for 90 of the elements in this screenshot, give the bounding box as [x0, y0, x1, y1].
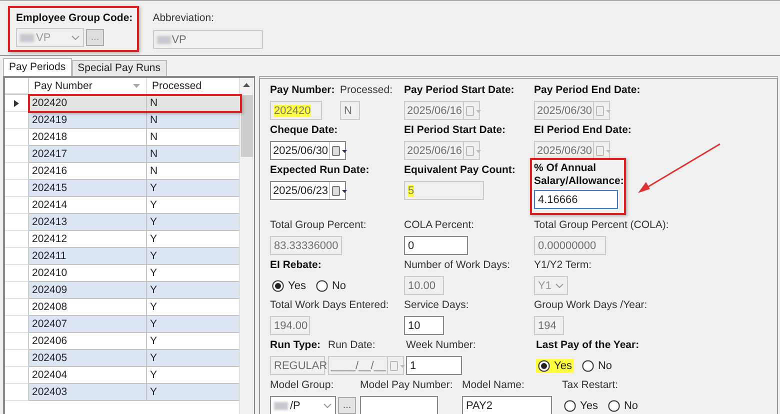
caret-icon [555, 282, 564, 288]
table-cell: N [147, 95, 241, 112]
field-label: Pay Number: [270, 84, 335, 97]
table-row[interactable]: 202414 Y [29, 197, 241, 214]
field-label: Run Date: [328, 339, 376, 352]
field-label: Total Group Percent (COLA): [534, 219, 669, 232]
radio-option[interactable]: No [314, 278, 348, 292]
radio-option[interactable]: Yes [536, 358, 574, 372]
table-row[interactable]: 202407 Y [29, 316, 241, 333]
table-row[interactable]: 202410 Y [29, 265, 241, 282]
text-field[interactable]: 4.16666 [534, 190, 618, 209]
field-label: Model Group: [270, 379, 335, 392]
field-label: Tax Restart: [562, 379, 620, 392]
table-row[interactable]: 202416 N [29, 163, 241, 180]
table-row[interactable]: 202418 N [29, 129, 241, 146]
field-label: Run Type: [270, 339, 322, 352]
field-label: Pay Period Start Date: [404, 84, 514, 97]
table-row[interactable]: 202408 Y [29, 299, 241, 316]
field-label: Processed: [340, 84, 393, 97]
radio-icon [316, 280, 328, 292]
text-field[interactable] [360, 396, 438, 414]
table-row[interactable]: 202413 Y [29, 214, 241, 231]
caret-icon [71, 34, 80, 40]
radio-icon [272, 280, 284, 292]
row-header[interactable] [5, 95, 29, 112]
field-label: EI Rebate: [270, 259, 322, 272]
field-label: Last Pay of the Year: [536, 339, 640, 352]
browse-button[interactable]: ... [338, 397, 356, 414]
table-row[interactable]: 202415 Y [29, 180, 241, 197]
radio-icon [538, 360, 550, 372]
radio-icon [608, 400, 620, 412]
radio-option[interactable]: No [606, 398, 640, 412]
field-label: Model Name: [462, 379, 526, 392]
table-row[interactable]: 202412 Y [29, 231, 241, 248]
table-row[interactable]: 202406 Y [29, 333, 241, 350]
text-field[interactable]: 0 [404, 236, 468, 255]
scroll-thumb[interactable] [241, 95, 253, 157]
calendar-dropdown-icon [466, 106, 482, 116]
calendar-dropdown-icon [332, 186, 348, 196]
calendar-dropdown-icon [332, 146, 348, 156]
table-row[interactable]: 202409 Y [29, 282, 241, 299]
field-label: Cheque Date: [270, 124, 339, 137]
field-label: Total Group Percent: [270, 219, 366, 232]
table-row[interactable]: 202404 Y [29, 367, 241, 384]
table-row[interactable]: 202405 Y [29, 350, 241, 367]
field-label: Week Number: [406, 339, 476, 352]
calendar-dropdown-icon [466, 146, 482, 156]
table-cell: 202403 [29, 384, 147, 401]
field-label: EI Period End Date: [534, 124, 632, 137]
radio-option[interactable]: Yes [562, 398, 600, 412]
text-field[interactable]: PAY2 [462, 396, 552, 414]
field-label: Total Work Days Entered: [270, 299, 389, 312]
field-label: Expected Run Date: [270, 164, 370, 177]
field-label: Group Work Days /Year: [534, 299, 648, 312]
field-label: COLA Percent: [404, 219, 474, 232]
field-label: Pay Period End Date: [534, 84, 640, 97]
combo-box[interactable]: /P [270, 396, 336, 414]
table-cell: 202420 [29, 95, 147, 112]
row-indicator-icon [14, 100, 19, 106]
field-label: Y1/Y2 Term: [534, 259, 592, 272]
tab[interactable]: Pay Periods [3, 58, 72, 76]
scrollbar[interactable] [239, 78, 254, 414]
caret-icon [323, 402, 332, 408]
date-field[interactable]: 2025/06/30 [270, 141, 346, 160]
calendar-dropdown-icon [596, 106, 612, 116]
radio-icon [564, 400, 576, 412]
calendar-dropdown-icon [596, 146, 612, 156]
field-label: Abbreviation: [152, 12, 215, 25]
field-label: Employee Group Code: [16, 12, 133, 25]
field-label: Number of Work Days: [404, 259, 510, 272]
text-field[interactable]: 1 [406, 356, 462, 375]
table-row[interactable]: 202420 N [29, 95, 241, 112]
radio-option[interactable]: Yes [270, 278, 308, 292]
table-row[interactable]: 202411 Y [29, 248, 241, 265]
field-label: EI Period Start Date: [404, 124, 506, 137]
table-row[interactable]: 202417 N [29, 146, 241, 163]
field-label: Model Pay Number: [360, 379, 453, 392]
radio-option[interactable]: No [580, 358, 614, 372]
sort-arrow-icon [133, 84, 140, 88]
date-field[interactable]: 2025/06/23 [270, 181, 346, 200]
table-row[interactable]: 202403 Y [29, 384, 241, 401]
field-label: Equivalent Pay Count: [404, 164, 516, 177]
text-field[interactable]: 10 [404, 316, 444, 335]
radio-icon [582, 360, 594, 372]
field-label: Service Days: [404, 299, 469, 312]
tab[interactable]: Special Pay Runs [72, 60, 167, 76]
calendar-dropdown-icon [390, 360, 406, 370]
scroll-up-icon [243, 83, 250, 87]
table-row[interactable]: 202419 N [29, 112, 241, 129]
abbreviation-field[interactable]: VP [152, 30, 263, 49]
